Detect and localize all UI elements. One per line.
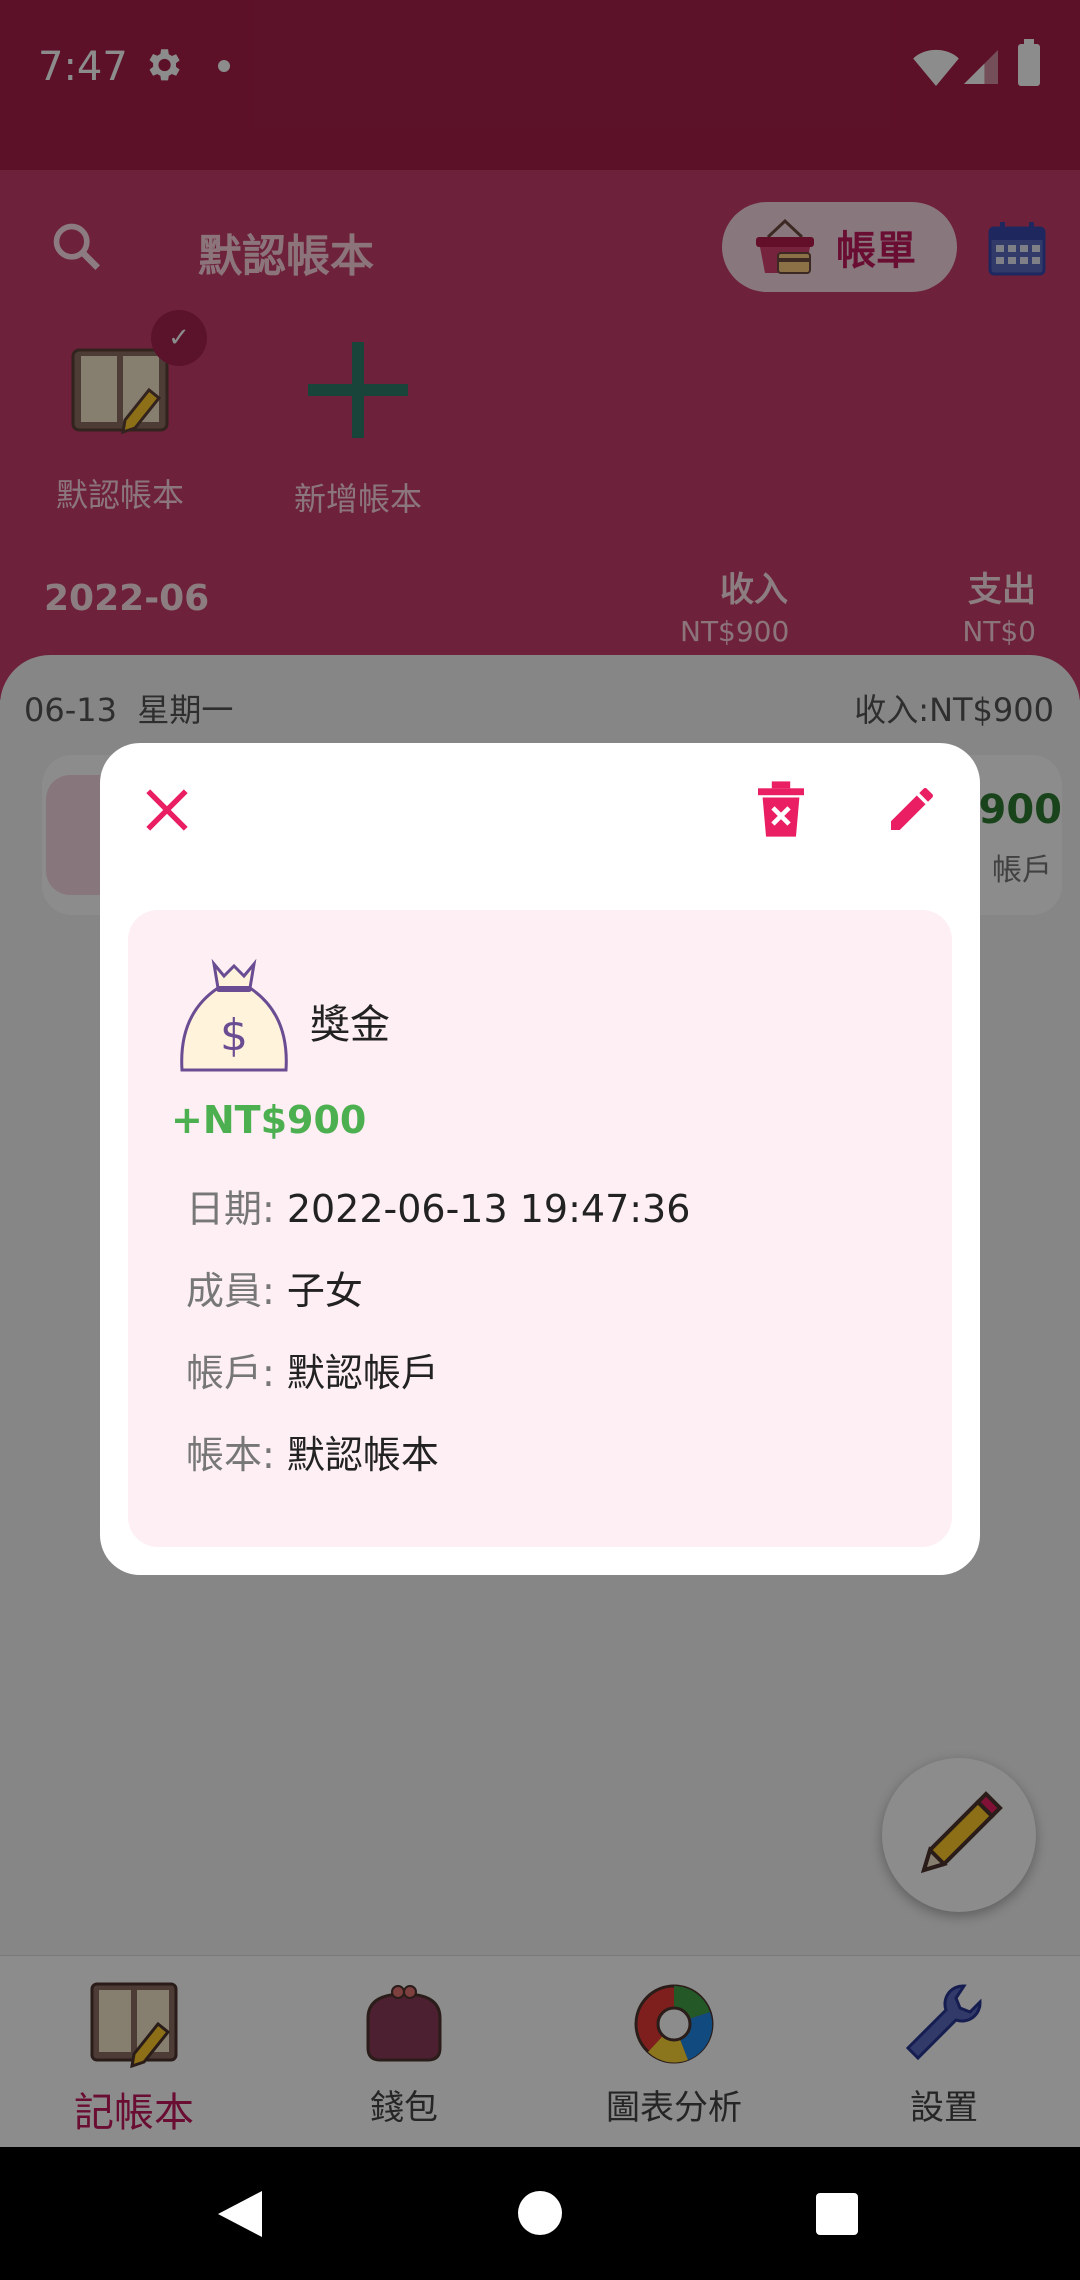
delete-icon[interactable]: [758, 781, 804, 837]
transaction-amount: +NT$900: [171, 1098, 367, 1142]
detail-row-date: 日期: 2022-06-13 19:47:36: [186, 1178, 690, 1233]
transaction-detail-card: $ 獎金 +NT$900 日期: 2022-06-13 19:47:36 成員: 子…: [128, 910, 952, 1547]
money-bag-icon: $: [180, 958, 288, 1072]
detail-row-member: 成員: 子女: [186, 1260, 363, 1315]
detail-value: 子女: [286, 1269, 363, 1313]
detail-key: 成員:: [186, 1269, 275, 1313]
svg-text:$: $: [220, 1010, 248, 1061]
detail-row-account: 帳戶: 默認帳戶: [186, 1342, 439, 1397]
detail-value: 默認帳本: [286, 1433, 439, 1477]
category-name: 獎金: [310, 1002, 390, 1048]
detail-key: 日期:: [186, 1187, 275, 1231]
edit-pencil-icon[interactable]: [884, 781, 940, 837]
detail-value: 2022-06-13 19:47:36: [286, 1187, 691, 1231]
recents-icon[interactable]: [816, 2193, 858, 2235]
system-navigation-bar: [0, 2147, 1080, 2280]
detail-key: 帳戶:: [186, 1351, 275, 1395]
close-icon[interactable]: [142, 785, 192, 835]
back-icon[interactable]: [218, 2191, 262, 2237]
transaction-detail-dialog: $ 獎金 +NT$900 日期: 2022-06-13 19:47:36 成員: 子…: [100, 743, 980, 1575]
detail-value: 默認帳戶: [286, 1351, 439, 1395]
detail-key: 帳本:: [186, 1433, 275, 1477]
home-icon[interactable]: [518, 2191, 562, 2235]
detail-row-book: 帳本: 默認帳本: [186, 1424, 439, 1479]
